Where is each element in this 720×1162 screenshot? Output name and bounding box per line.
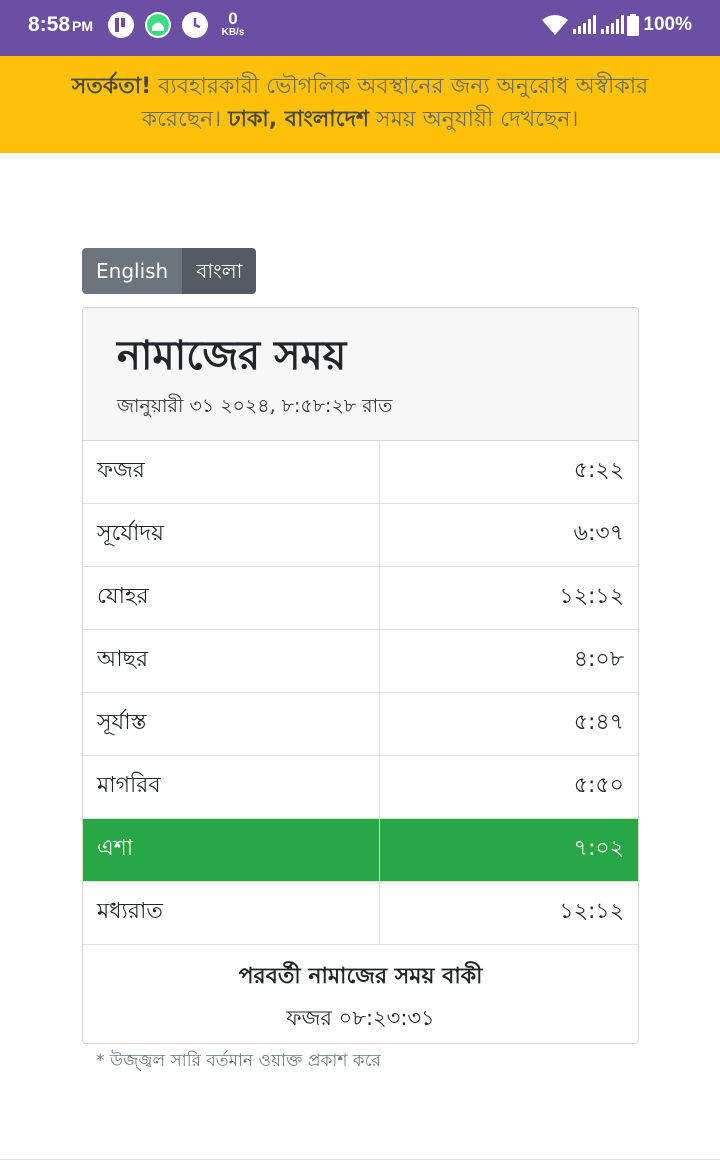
footnote: * উজ্জ্বল সারি বর্তমান ওয়াক্ত প্রকাশ কর… xyxy=(96,1051,381,1071)
table-row: যোহর ১২:১২ xyxy=(83,567,638,630)
current-date-time: জানুয়ারী ৩১ ২০২৪, ৮:৫৮:২৮ রাত xyxy=(117,395,393,417)
table-row: আছর ৪:০৮ xyxy=(83,630,638,693)
english-button[interactable]: English xyxy=(82,248,183,294)
alert-location: ঢাকা, বাংলাদেশ xyxy=(228,107,370,132)
battery-icon xyxy=(627,14,640,36)
prayer-name: এশা xyxy=(83,819,380,881)
alert-text-after: সময় অনুযায়ী দেখছেন। xyxy=(369,107,579,132)
prayer-time: ৫:৪৭ xyxy=(573,710,624,735)
card-header: নামাজের সময় জানুয়ারী ৩১ ২০২৪, ৮:৫৮:২৮ … xyxy=(83,308,638,441)
android-icon xyxy=(145,12,171,38)
table-row: মাগরিব ৫:৫০ xyxy=(83,756,638,819)
status-right: 100% xyxy=(541,10,692,40)
signal-icon xyxy=(601,15,625,34)
prayer-name: যোহর xyxy=(83,567,380,629)
alert-strong-label: সতর্কতা! xyxy=(71,74,152,99)
location-warning-alert: সতর্কতা! ব্যবহারকারী ভৌগলিক অবস্থানের জন… xyxy=(0,56,720,153)
page-title: নামাজের সময় xyxy=(117,333,347,379)
prayer-time: ৫:৫০ xyxy=(573,773,624,798)
prayer-name: ফজর xyxy=(83,441,380,503)
next-prayer-section: পরবর্তী নামাজের সময় বাকী ফজর ০৮:২৩:৩১ xyxy=(83,945,638,1037)
table-row: সূর্যোদয় ৬:৩৭ xyxy=(83,504,638,567)
prayer-time: ৫:২২ xyxy=(573,458,624,483)
prayer-times-card: নামাজের সময় জানুয়ারী ৩১ ২০২৪, ৮:৫৮:২৮ … xyxy=(82,307,639,1044)
clock-icon xyxy=(182,12,208,38)
prayer-time: ১২:১২ xyxy=(559,899,624,924)
bangla-button[interactable]: বাংলা xyxy=(182,248,257,294)
language-toggle: English বাংলা xyxy=(82,248,257,294)
prayer-name: আছর xyxy=(83,630,380,692)
table-row: ফজর ৫:২২ xyxy=(83,441,638,504)
network-speed: 0 KB/s xyxy=(221,9,245,38)
prayer-name: মধ্যরাত xyxy=(83,882,380,944)
table-row: মধ্যরাত ১২:১২ xyxy=(83,882,638,945)
wifi-icon xyxy=(542,15,569,35)
next-prayer-countdown: ফজর ০৮:২৩:৩১ xyxy=(286,1006,435,1030)
prayer-table: ফজর ৫:২২ সূর্যোদয় ৬:৩৭ যোহর ১২:১২ আছর ৪:০৮ সূর্… xyxy=(83,441,638,945)
divider xyxy=(0,1159,720,1160)
app-icon xyxy=(108,12,134,38)
signal-icon xyxy=(573,15,597,34)
prayer-time: ৬:৩৭ xyxy=(573,521,624,546)
prayer-time: ১২:১২ xyxy=(559,584,624,609)
status-time: 8:58 PM xyxy=(28,13,94,36)
table-row: এশা ৭:০২ xyxy=(83,819,638,882)
prayer-name: সূর্যোদয় xyxy=(83,504,380,566)
prayer-name: সূর্যাস্ত xyxy=(83,693,380,755)
next-prayer-title: পরবর্তী নামাজের সময় বাকী xyxy=(238,964,483,989)
prayer-time: ৪:০৮ xyxy=(573,647,624,672)
status-bar: 8:58 PM 0 KB/s 100% xyxy=(0,0,720,56)
table-row: সূর্যাস্ত ৫:৪৭ xyxy=(83,693,638,756)
prayer-name: মাগরিব xyxy=(83,756,380,818)
prayer-time: ৭:০২ xyxy=(573,836,624,861)
